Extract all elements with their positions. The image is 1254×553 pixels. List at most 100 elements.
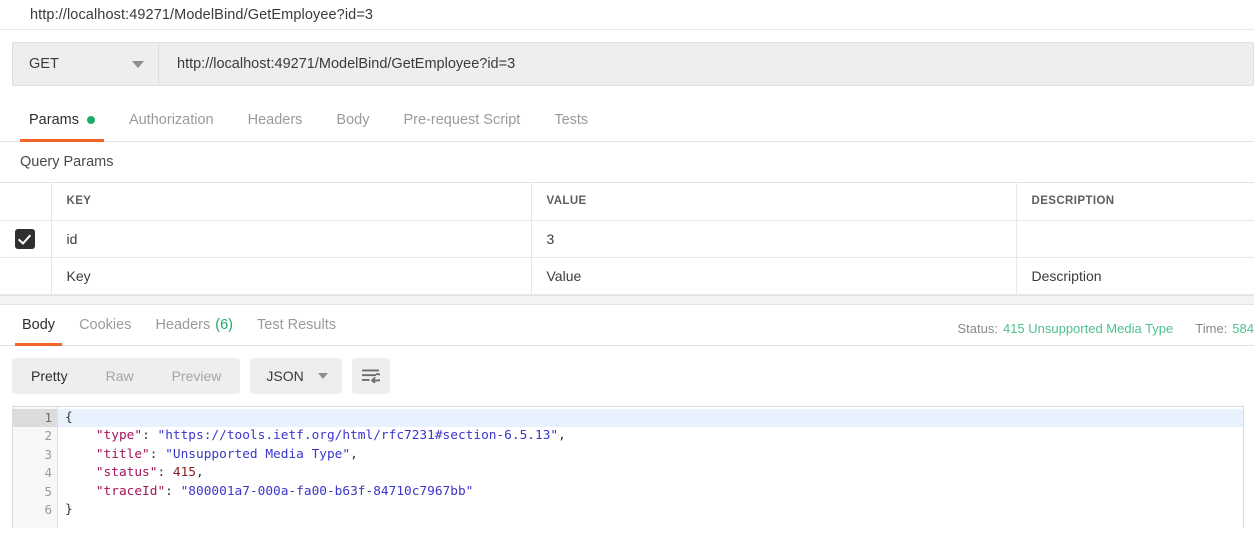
code-token: 415 bbox=[173, 465, 196, 480]
request-tab-tests[interactable]: Tests bbox=[537, 99, 605, 141]
word-wrap-icon bbox=[361, 368, 380, 383]
response-body-viewer[interactable]: 123456 { "type": "https://tools.ietf.org… bbox=[12, 406, 1244, 528]
http-method-dropdown[interactable]: GET bbox=[12, 42, 158, 86]
code-token: "type" bbox=[96, 428, 142, 443]
response-tab-body[interactable]: Body bbox=[10, 305, 67, 345]
code-line: "status": 415, bbox=[58, 464, 1243, 483]
request-tabs: Params Authorization Headers Body Pre-re… bbox=[0, 99, 1254, 142]
code-token bbox=[65, 447, 96, 462]
row-value-cell[interactable]: 3 bbox=[531, 220, 1016, 257]
code-token: "800001a7-000a-fa00-b63f-84710c7967bb" bbox=[181, 484, 474, 499]
row-enable-checkbox[interactable] bbox=[15, 229, 35, 249]
code-token: : bbox=[142, 428, 157, 443]
code-token: { bbox=[65, 410, 73, 425]
request-tab-tests-label: Tests bbox=[554, 112, 588, 128]
request-tab-pre-request-script[interactable]: Pre-request Script bbox=[386, 99, 537, 141]
code-token: } bbox=[65, 502, 73, 517]
code-token: , bbox=[196, 465, 204, 480]
code-token: , bbox=[558, 428, 566, 443]
code-line: "type": "https://tools.ietf.org/html/rfc… bbox=[58, 427, 1243, 446]
row-enable-checkbox-cell[interactable] bbox=[0, 220, 51, 257]
code-token: "title" bbox=[96, 447, 150, 462]
response-tab-test-results[interactable]: Test Results bbox=[245, 305, 348, 345]
request-tab-authorization[interactable]: Authorization bbox=[112, 99, 231, 141]
status-label: Status: bbox=[957, 321, 997, 336]
code-token: , bbox=[350, 447, 358, 462]
request-tab-headers-label: Headers bbox=[248, 112, 303, 128]
placeholder-key-cell[interactable]: Key bbox=[51, 257, 531, 294]
word-wrap-button[interactable] bbox=[352, 358, 390, 394]
request-bar: GET http://localhost:49271/ModelBind/Get… bbox=[0, 30, 1254, 99]
code-token: "traceId" bbox=[96, 484, 165, 499]
chevron-down-icon bbox=[318, 373, 328, 379]
code-line-number: 6 bbox=[13, 501, 57, 520]
address-strip-text: http://localhost:49271/ModelBind/GetEmpl… bbox=[30, 7, 373, 23]
code-line-number: 4 bbox=[13, 464, 57, 483]
code-token bbox=[65, 428, 96, 443]
header-cell-checkbox bbox=[0, 183, 51, 220]
code-line-number: 5 bbox=[13, 483, 57, 502]
request-tab-authorization-label: Authorization bbox=[129, 112, 214, 128]
row-key-cell[interactable]: id bbox=[51, 220, 531, 257]
response-body-toolbar: Pretty Raw Preview JSON bbox=[0, 346, 1254, 406]
code-line: "title": "Unsupported Media Type", bbox=[58, 446, 1243, 465]
request-tab-body-label: Body bbox=[336, 112, 369, 128]
time-value: 584 bbox=[1232, 321, 1254, 336]
response-headers-count: (6) bbox=[215, 317, 233, 333]
table-row: id 3 bbox=[0, 220, 1254, 257]
response-tab-headers[interactable]: Headers (6) bbox=[143, 305, 245, 345]
response-tab-test-results-label: Test Results bbox=[257, 317, 336, 333]
view-pretty-button[interactable]: Pretty bbox=[12, 358, 87, 394]
response-tab-body-label: Body bbox=[22, 317, 55, 333]
code-gutter: 123456 bbox=[13, 407, 58, 528]
http-method-label: GET bbox=[29, 56, 59, 72]
code-content[interactable]: { "type": "https://tools.ietf.org/html/r… bbox=[58, 407, 1243, 528]
section-divider bbox=[0, 295, 1254, 305]
request-tab-body[interactable]: Body bbox=[319, 99, 386, 141]
request-tab-headers[interactable]: Headers bbox=[231, 99, 320, 141]
code-line: "traceId": "800001a7-000a-fa00-b63f-8471… bbox=[58, 483, 1243, 502]
placeholder-description-cell[interactable]: Description bbox=[1016, 257, 1254, 294]
code-token: "https://tools.ietf.org/html/rfc7231#sec… bbox=[157, 428, 558, 443]
response-view-switch: Pretty Raw Preview bbox=[12, 358, 240, 394]
code-line-number: 2 bbox=[13, 427, 57, 446]
response-meta: Status: 415 Unsupported Media Type Time:… bbox=[957, 321, 1254, 336]
response-tab-cookies-label: Cookies bbox=[79, 317, 131, 333]
placeholder-value-cell[interactable]: Value bbox=[531, 257, 1016, 294]
code-token bbox=[65, 484, 96, 499]
params-modified-dot-icon bbox=[87, 116, 95, 124]
code-token: : bbox=[165, 484, 180, 499]
code-token: "Unsupported Media Type" bbox=[165, 447, 350, 462]
request-url-input[interactable]: http://localhost:49271/ModelBind/GetEmpl… bbox=[158, 42, 1254, 86]
response-format-label: JSON bbox=[266, 368, 303, 384]
response-tab-cookies[interactable]: Cookies bbox=[67, 305, 143, 345]
placeholder-checkbox-cell bbox=[0, 257, 51, 294]
address-strip: http://localhost:49271/ModelBind/GetEmpl… bbox=[0, 0, 1254, 30]
header-cell-key: KEY bbox=[51, 183, 531, 220]
row-description-cell[interactable] bbox=[1016, 220, 1254, 257]
code-token: "status" bbox=[96, 465, 158, 480]
view-raw-button[interactable]: Raw bbox=[87, 358, 153, 394]
request-tab-params[interactable]: Params bbox=[12, 99, 112, 141]
view-preview-button[interactable]: Preview bbox=[153, 358, 241, 394]
response-format-dropdown[interactable]: JSON bbox=[250, 358, 341, 394]
code-line-number: 1 bbox=[13, 409, 57, 428]
code-token: : bbox=[157, 465, 172, 480]
header-cell-description: DESCRIPTION bbox=[1016, 183, 1254, 220]
query-params-table: KEY VALUE DESCRIPTION id 3 Key Value Des… bbox=[0, 183, 1254, 295]
code-token bbox=[65, 465, 96, 480]
response-tabs: Body Cookies Headers (6) Test Results St… bbox=[0, 305, 1254, 346]
status-badge: 415 Unsupported Media Type bbox=[1003, 321, 1173, 336]
request-tab-pre-request-script-label: Pre-request Script bbox=[403, 112, 520, 128]
table-row-placeholder: Key Value Description bbox=[0, 257, 1254, 294]
code-line: } bbox=[58, 501, 1243, 520]
query-params-title: Query Params bbox=[0, 142, 1254, 183]
code-line-number: 3 bbox=[13, 446, 57, 465]
chevron-down-icon bbox=[132, 61, 144, 68]
time-label: Time: bbox=[1195, 321, 1227, 336]
code-line: { bbox=[58, 409, 1243, 428]
code-token: : bbox=[150, 447, 165, 462]
request-tab-params-label: Params bbox=[29, 112, 79, 128]
header-cell-value: VALUE bbox=[531, 183, 1016, 220]
table-header-row: KEY VALUE DESCRIPTION bbox=[0, 183, 1254, 220]
